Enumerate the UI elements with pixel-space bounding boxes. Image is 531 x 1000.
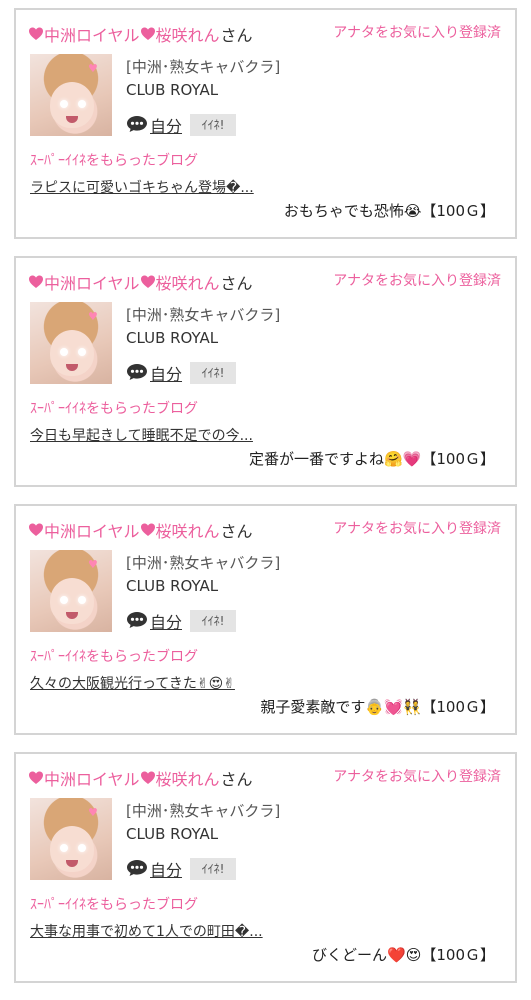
avatar[interactable]: ♥	[30, 550, 112, 632]
notification-card: 中洲ロイヤル 桜咲れん さん アナタをお気に入り登録済 ♥ [中洲･熟女キャバク…	[14, 256, 517, 487]
heart-icon	[140, 770, 156, 786]
heart-icon	[140, 26, 156, 42]
sender-name-line[interactable]: 中洲ロイヤル 桜咲れん さん	[28, 270, 253, 294]
sender-name-line[interactable]: 中洲ロイヤル 桜咲れん さん	[28, 766, 253, 790]
shop-name[interactable]: 中洲ロイヤル	[44, 270, 140, 294]
shop-name[interactable]: 中洲ロイヤル	[44, 766, 140, 790]
heart-icon	[140, 522, 156, 538]
super-iine-feed: 中洲ロイヤル 桜咲れん さん アナタをお気に入り登録済 ♥ [中洲･熟女キャバク…	[0, 0, 531, 1000]
avatar-eye	[78, 100, 86, 108]
chat-bubble-icon	[126, 363, 148, 381]
favorite-status-link[interactable]: アナタをお気に入り登録済	[333, 22, 501, 42]
blog-title-link[interactable]: ラピスに可愛いゴキちゃん登場�...	[30, 177, 254, 197]
heart-sparkle-icon: ♥	[88, 62, 98, 75]
avatar-eye	[60, 844, 68, 852]
chat-bubble-icon	[126, 859, 148, 877]
chat-bubble-icon	[126, 611, 148, 629]
shop-category: [中洲･熟女キャバクラ]	[126, 58, 281, 76]
avatar[interactable]: ♥	[30, 54, 112, 136]
heart-icon	[140, 274, 156, 290]
girl-name[interactable]: 桜咲れん	[156, 22, 220, 46]
blog-title-link[interactable]: 今日も早起きして睡眠不足での今...	[30, 425, 253, 445]
girl-name[interactable]: 桜咲れん	[156, 766, 220, 790]
avatar-eye	[60, 596, 68, 604]
avatar-eye	[78, 596, 86, 604]
self-link[interactable]: 自分	[150, 857, 182, 881]
honorific: さん	[220, 522, 253, 541]
avatar[interactable]: ♥	[30, 302, 112, 384]
favorite-status-link[interactable]: アナタをお気に入り登録済	[333, 766, 501, 786]
club-name: CLUB ROYAL	[126, 81, 219, 99]
honorific: さん	[220, 770, 253, 789]
notification-card: 中洲ロイヤル 桜咲れん さん アナタをお気に入り登録済 ♥ [中洲･熟女キャバク…	[14, 752, 517, 983]
gift-comment: 親子愛素敵です👵💓👯【100Ｇ】	[260, 698, 495, 716]
super-iine-blog-label: ｽｰﾊﾟｰｲｲﾈをもらったブログ	[30, 153, 198, 169]
club-name: CLUB ROYAL	[126, 825, 219, 843]
chat-bubble-icon	[126, 115, 148, 133]
iine-button[interactable]: ｲｲﾈ!	[190, 114, 236, 136]
gift-comment: 定番が一番ですよね🤗💗【100Ｇ】	[249, 450, 495, 468]
heart-icon	[28, 522, 44, 538]
iine-button[interactable]: ｲｲﾈ!	[190, 362, 236, 384]
super-iine-blog-label: ｽｰﾊﾟｰｲｲﾈをもらったブログ	[30, 401, 198, 417]
avatar-eye	[60, 348, 68, 356]
girl-name[interactable]: 桜咲れん	[156, 270, 220, 294]
favorite-status-link[interactable]: アナタをお気に入り登録済	[333, 518, 501, 538]
club-name: CLUB ROYAL	[126, 329, 219, 347]
avatar-eye	[78, 844, 86, 852]
heart-icon	[28, 274, 44, 290]
sender-name-line[interactable]: 中洲ロイヤル 桜咲れん さん	[28, 518, 253, 542]
iine-button[interactable]: ｲｲﾈ!	[190, 610, 236, 632]
girl-name[interactable]: 桜咲れん	[156, 518, 220, 542]
shop-name[interactable]: 中洲ロイヤル	[44, 518, 140, 542]
iine-button[interactable]: ｲｲﾈ!	[190, 858, 236, 880]
notification-card: 中洲ロイヤル 桜咲れん さん アナタをお気に入り登録済 ♥ [中洲･熟女キャバク…	[14, 8, 517, 239]
gift-comment: おもちゃでも恐怖😭【100Ｇ】	[283, 202, 495, 220]
gift-comment: びくどーん❤️😍【100Ｇ】	[312, 946, 495, 964]
self-link[interactable]: 自分	[150, 361, 182, 385]
sender-name-line[interactable]: 中洲ロイヤル 桜咲れん さん	[28, 22, 253, 46]
shop-category: [中洲･熟女キャバクラ]	[126, 554, 281, 572]
heart-icon	[28, 26, 44, 42]
blog-title-link[interactable]: 久々の大阪観光行ってきた✌😍✌	[30, 673, 235, 693]
avatar[interactable]: ♥	[30, 798, 112, 880]
club-name: CLUB ROYAL	[126, 577, 219, 595]
heart-icon	[28, 770, 44, 786]
super-iine-blog-label: ｽｰﾊﾟｰｲｲﾈをもらったブログ	[30, 897, 198, 913]
heart-sparkle-icon: ♥	[88, 310, 98, 323]
heart-sparkle-icon: ♥	[88, 558, 98, 571]
avatar-eye	[78, 348, 86, 356]
favorite-status-link[interactable]: アナタをお気に入り登録済	[333, 270, 501, 290]
heart-sparkle-icon: ♥	[88, 806, 98, 819]
self-link[interactable]: 自分	[150, 113, 182, 137]
shop-category: [中洲･熟女キャバクラ]	[126, 306, 281, 324]
shop-category: [中洲･熟女キャバクラ]	[126, 802, 281, 820]
blog-title-link[interactable]: 大事な用事で初めて1人での町田�...	[30, 921, 263, 941]
avatar-eye	[60, 100, 68, 108]
honorific: さん	[220, 274, 253, 293]
honorific: さん	[220, 26, 253, 45]
super-iine-blog-label: ｽｰﾊﾟｰｲｲﾈをもらったブログ	[30, 649, 198, 665]
notification-card: 中洲ロイヤル 桜咲れん さん アナタをお気に入り登録済 ♥ [中洲･熟女キャバク…	[14, 504, 517, 735]
shop-name[interactable]: 中洲ロイヤル	[44, 22, 140, 46]
self-link[interactable]: 自分	[150, 609, 182, 633]
